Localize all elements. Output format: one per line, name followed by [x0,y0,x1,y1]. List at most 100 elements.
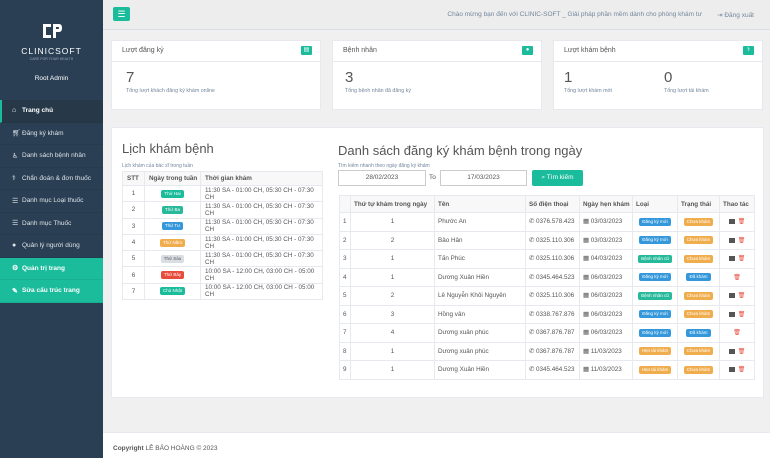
visit-order: 1 [350,360,435,380]
stat-card-title: Bệnh nhân [343,47,377,54]
calendar-icon: ▦ [583,255,591,263]
column-header: Ngày trong tuần [144,171,201,186]
footer: Copyright LÊ BẢO HOÀNG © 2023 [103,432,770,458]
visit-order: 1 [350,212,435,232]
type-badge: Đăng ký mới [639,328,671,337]
trash-icon[interactable]: 🗑︎ [738,219,746,225]
logo[interactable]: CLINICSOFT CARE FOR YOUR HEALTH [0,20,103,61]
welcome-text: Chào mừng bạn đến với CLINIC-SOFT _ Giải… [447,11,702,18]
wheelchair-icon: ♿︎ [12,152,19,160]
weekday-badge: Thứ Bảy [160,271,185,280]
table-row: 6 Thứ Bảy 10:00 SA - 12:00 CH, 03:00 CH - … [122,266,323,284]
top-navbar: ☰ Chào mừng bạn đến với CLINIC-SOFT _ Gi… [103,0,770,30]
status-badge: Chưa khám [683,291,714,300]
view-icon[interactable] [728,367,735,373]
view-icon[interactable] [728,237,735,243]
patient-name: Dương xuân phúc [434,341,526,361]
table-row: 8 1 Dương xuân phúc ✆ 0367.876.787 ▦ 11/03/2… [339,341,755,361]
stat-card-registrations: Lượt đăng ký ▤ 7 Tổng lượt khách đăng ký… [111,40,321,110]
weekday-badge: Thứ Sáu [160,254,185,263]
menu-toggle-button[interactable]: ☰ [113,7,130,21]
calendar-icon: ▦ [583,366,591,374]
appointment-date: 03/03/2023 [590,236,623,244]
time-range: 10:00 SA - 12:00 CH, 03:00 CH - 05:00 CH [200,282,323,301]
patient-name: Phước An [434,212,526,232]
registrations-table: Thứ tự khám trong ngày Tên Số điện thoại… [339,195,755,380]
table-row: 5 Thứ Sáu 11:30 SA - 01:00 CH, 05:30 CH - … [122,250,323,268]
phone-number: 0345.464.523 [536,273,575,281]
phone-number: 0338.767.876 [536,310,575,318]
type-badge: Bệnh nhân cũ [638,254,672,263]
schedule-table: STT Ngày trong tuần Thời gian khám 1 Thứ … [122,171,323,301]
date-to-input[interactable]: 17/03/2023 [440,170,527,186]
stat-value-new: 1 [564,69,573,86]
trash-icon[interactable]: 🗑︎ [738,367,746,373]
weekday-badge: Thứ Ba [161,205,184,214]
row-index: 4 [122,233,145,252]
trash-icon[interactable]: 🗑︎ [738,349,746,355]
search-button[interactable]: ⌕ Tìm kiếm [532,170,583,186]
phone-number: 0376.578.423 [536,218,575,226]
time-range: 10:00 SA - 12:00 CH, 03:00 CH - 05:00 CH [200,266,323,284]
schedule-title: Lịch khám bệnh [122,141,214,156]
type-badge: Đăng ký mới [639,273,671,282]
appointment-date: 06/03/2023 [590,292,623,300]
sidebar-item-home[interactable]: ⌂ Trang chủ [0,100,103,123]
sidebar-item-edit-structure[interactable]: ✎ Sửa cấu trúc trang [0,280,103,303]
sidebar-item-drugs[interactable]: ☰ Danh mục Thuốc [0,213,103,235]
table-row: 6 3 Hồng vân ✆ 0338.767.876 ▦ 06/03/2023 Đăng… [339,304,755,324]
trash-icon[interactable]: 🗑︎ [738,238,746,244]
weekday-badge: Thứ Tư [161,222,184,231]
view-icon[interactable] [728,219,735,225]
cart-icon: 🛒︎ [12,130,21,138]
trash-icon[interactable]: 🗑︎ [733,330,741,336]
phone-icon: ✆ [529,310,537,318]
visit-order: 1 [350,267,435,287]
phone-icon: ✆ [529,292,537,300]
type-badge: Đăng ký mới [639,217,671,226]
trash-icon[interactable]: 🗑︎ [738,256,746,262]
row-index: 1 [122,184,145,203]
view-icon[interactable] [728,348,735,354]
column-header: Tên [434,195,526,213]
view-icon[interactable] [728,311,735,317]
status-badge: Chưa khám [683,254,714,263]
stat-card-visits: Lượt khám bệnh ⚕ 1 Tổng lượt khám mới 0 … [553,40,763,110]
date-from-input[interactable]: 28/02/2023 [338,170,426,186]
calendar-icon: ▦ [583,236,591,244]
type-badge: Hẹn tái khám [638,365,672,374]
sidebar-item-drug-types[interactable]: ☰ Danh mục Loại thuốc [0,190,103,213]
logo-mark-icon [39,20,65,42]
main-panel: Lịch khám bệnh Lịch khám của bác sĩ tron… [111,127,764,398]
logout-link[interactable]: ⇥ Đăng xuất [717,11,754,19]
table-row: 4 Thứ Năm 11:30 SA - 01:00 CH, 05:30 CH - … [122,233,323,252]
table-row: 2 2 Bảo Hân ✆ 0325.110.306 ▦ 03/03/2023 Đăng … [339,230,755,250]
view-icon[interactable] [728,256,735,262]
row-index: 7 [122,282,145,301]
trash-icon[interactable]: 🗑︎ [733,275,741,281]
time-range: 11:30 SA - 01:00 CH, 05:30 CH - 07:30 CH [200,217,323,235]
status-badge: Chưa khám [683,365,714,374]
stat-card-patients: Bệnh nhân ● 3 Tổng bệnh nhân đã đăng ký [332,40,542,110]
phone-icon: ✆ [529,273,537,281]
sidebar-item-admin[interactable]: ⚙ Quản trị trang [0,257,103,280]
time-range: 11:30 SA - 01:00 CH, 05:30 CH - 07:30 CH [200,201,323,219]
sidebar-item-register[interactable]: 🛒︎ Đăng ký khám [0,123,103,145]
status-badge: Đã khám [686,273,711,282]
sidebar-item-diagnosis[interactable]: ⚕ Chẩn đoán & đơn thuốc [0,168,103,190]
sidebar-item-users[interactable]: ● Quản lý người dùng [0,235,103,258]
table-row: 7 4 Dương xuân phúc ✆ 0367.876.787 ▦ 06/03/2… [339,323,755,343]
phone-number: 0367.876.787 [536,329,575,337]
view-icon[interactable] [728,293,735,299]
column-header: Thời gian khám [200,171,323,186]
appointment-date: 06/03/2023 [590,329,623,337]
visit-order: 3 [350,304,435,324]
trash-icon[interactable]: 🗑︎ [738,293,746,299]
patient-name: Dương Xuân Hiền [434,267,526,287]
sidebar-item-patients[interactable]: ♿︎ Danh sách bệnh nhân [0,145,103,168]
trash-icon[interactable]: 🗑︎ [738,312,746,318]
search-button-label: Tìm kiếm [546,174,574,181]
table-row: 3 Thứ Tư 11:30 SA - 01:00 CH, 05:30 CH - 0… [122,217,323,235]
column-header: STT [122,171,145,186]
phone-icon: ✆ [529,218,537,226]
